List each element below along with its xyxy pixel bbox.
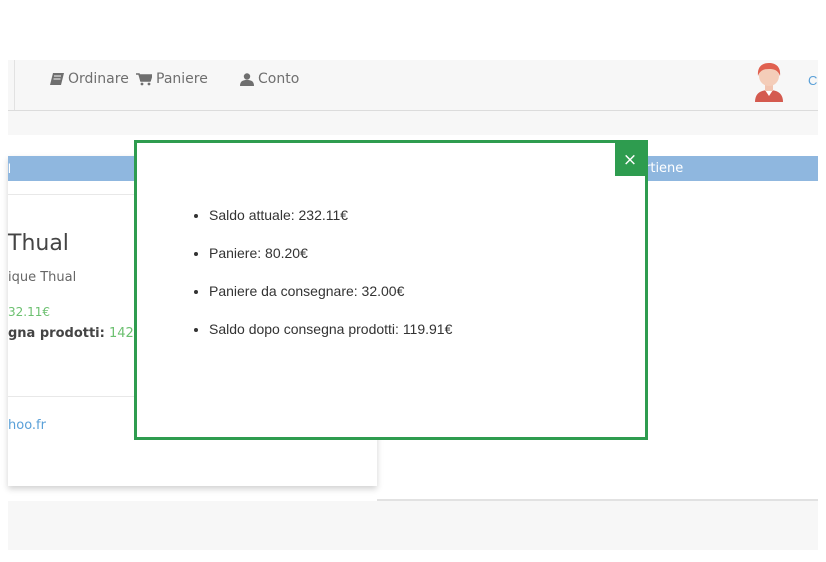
secondary-band xyxy=(8,111,818,135)
nav-paniere[interactable]: Paniere xyxy=(136,69,208,89)
profile-consegna-label: gna prodotti: xyxy=(8,326,105,341)
close-icon: × xyxy=(622,150,638,170)
balance-list: Saldo attuale: 232.11€ Paniere: 80.20€ P… xyxy=(187,207,452,359)
cart-icon xyxy=(136,72,152,85)
balance-modal: × Saldo attuale: 232.11€ Paniere: 80.20€… xyxy=(134,140,648,440)
user-name-link[interactable]: C xyxy=(808,73,817,88)
profile-balance: 32.11€ xyxy=(8,305,50,319)
profile-email-link[interactable]: hoo.fr xyxy=(8,418,46,433)
navbar-left-edge xyxy=(8,60,15,110)
book-icon xyxy=(50,73,64,85)
nav-ordinare-label: Ordinare xyxy=(68,71,129,87)
user-avatar[interactable] xyxy=(751,60,787,104)
top-navbar: Ordinare Paniere Conto C xyxy=(8,60,818,111)
nav-conto[interactable]: Conto xyxy=(240,69,299,89)
close-button[interactable]: × xyxy=(615,143,645,176)
list-item: Saldo dopo consegna prodotti: 119.91€ xyxy=(209,321,452,359)
profile-fullname: ique Thual xyxy=(8,270,77,285)
profile-consegna-row: gna prodotti: 142 xyxy=(8,326,134,341)
nav-conto-label: Conto xyxy=(258,71,300,87)
profile-surname: Thual xyxy=(8,231,69,256)
nav-paniere-label: Paniere xyxy=(156,71,208,87)
profile-panel-header-label: l xyxy=(8,161,11,176)
list-item: Paniere: 80.20€ xyxy=(209,245,452,283)
list-item: Saldo attuale: 232.11€ xyxy=(209,207,452,245)
list-item: Paniere da consegnare: 32.00€ xyxy=(209,283,452,321)
profile-consegna-value: 142 xyxy=(108,326,134,341)
nav-ordinare[interactable]: Ordinare xyxy=(50,69,129,89)
avatar-icon xyxy=(755,63,783,102)
right-panel-header-label: rtiene xyxy=(645,161,684,176)
user-icon xyxy=(240,72,254,86)
right-panel-header: rtiene xyxy=(645,156,818,181)
footer xyxy=(8,501,818,550)
